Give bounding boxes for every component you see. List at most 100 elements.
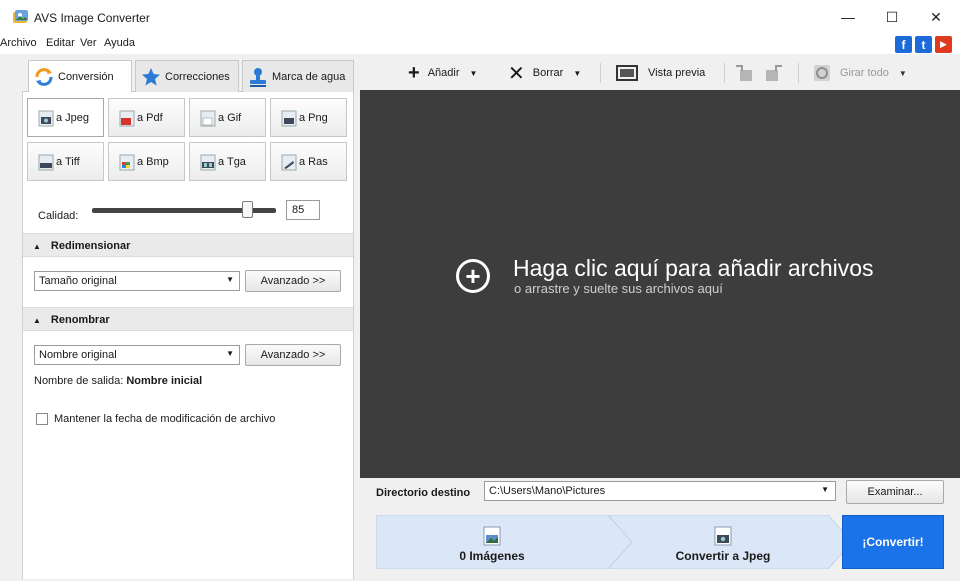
quality-slider-thumb[interactable] [242, 201, 254, 218]
format-tga-button[interactable]: a Tga [189, 142, 266, 181]
output-name: Nombre de salida: Nombre inicial [34, 375, 202, 387]
quality-label: Calidad: [38, 210, 79, 222]
section-title: Renombrar [50, 314, 110, 326]
dropdown-arrow-icon: ▼ [226, 275, 234, 284]
star-icon [142, 67, 160, 85]
menu-ver[interactable]: Ver [80, 37, 97, 49]
dropdown-arrow-icon[interactable]: ▼ [573, 69, 581, 78]
format-label: a Gif [218, 111, 242, 124]
delete-label: Borrar [532, 67, 564, 79]
drop-area-subtitle: o arrastre y suelte sus archivos aquí [514, 281, 723, 296]
output-name-value: Nombre inicial [126, 375, 203, 387]
rotate-all-icon [814, 65, 830, 81]
resize-section-header[interactable]: ▲ Redimensionar [23, 233, 353, 257]
window-title: AVS Image Converter [34, 11, 150, 25]
convert-icon [35, 68, 53, 86]
tab-label: Conversión [58, 71, 114, 83]
tab-correcciones[interactable]: Correcciones [135, 60, 239, 92]
tab-conversion[interactable]: Conversión [28, 60, 132, 93]
format-tiff-button[interactable]: a Tiff [27, 142, 104, 181]
menu-editar[interactable]: Editar [46, 37, 75, 49]
format-jpeg-button[interactable]: a Jpeg [27, 98, 104, 137]
images-count: 0 Imágenes [459, 549, 525, 563]
dropdown-arrow-icon: ▼ [821, 485, 829, 494]
format-gif-button[interactable]: a Gif [189, 98, 266, 137]
dropdown-arrow-icon[interactable]: ▼ [469, 69, 477, 78]
collapse-triangle-icon: ▲ [33, 242, 41, 251]
plus-icon: + [408, 61, 420, 84]
menu-ayuda[interactable]: Ayuda [104, 37, 135, 49]
youtube-icon[interactable]: ▶ [935, 36, 952, 53]
stamp-icon [250, 67, 266, 87]
convert-button[interactable]: ¡Convertir! [842, 515, 944, 569]
jpeg-file-icon [714, 526, 732, 546]
rotate-all-button[interactable]: Girar todo ▼ [812, 56, 907, 90]
format-label: a Ras [299, 155, 328, 168]
convert-target: Convertir a Jpeg [675, 549, 771, 563]
twitter-icon[interactable]: t [915, 36, 932, 53]
close-button[interactable]: ✕ [914, 4, 958, 30]
minimize-button[interactable]: — [826, 4, 870, 30]
format-label: a Png [299, 111, 328, 124]
bottom-panel: Directorio destino C:\Users\Mano\Picture… [360, 478, 960, 581]
maximize-button[interactable]: ☐ [870, 4, 914, 30]
select-value: Nombre original [39, 349, 117, 361]
format-ras-button[interactable]: a Ras [270, 142, 347, 181]
gif-icon [200, 110, 216, 126]
keep-date-label: Mantener la fecha de modificación de arc… [54, 413, 276, 425]
format-label: a Bmp [137, 155, 169, 168]
destination-label: Directorio destino [376, 487, 471, 499]
rotate-right-button[interactable] [762, 56, 784, 90]
step-images[interactable]: 0 Imágenes [376, 515, 608, 569]
format-png-button[interactable]: a Png [270, 98, 347, 137]
menu-archivo[interactable]: Archivo [0, 37, 37, 49]
facebook-icon[interactable]: f [895, 36, 912, 53]
rotate-left-button[interactable] [734, 56, 756, 90]
printer-icon [38, 154, 54, 170]
rename-section-header[interactable]: ▲ Renombrar [23, 307, 353, 331]
app-logo-icon [13, 10, 28, 23]
resize-select[interactable]: Tamaño original ▼ [34, 271, 240, 291]
app-window: AVS Image Converter — ☐ ✕ Archivo Editar… [0, 0, 960, 581]
collapse-triangle-icon: ▲ [33, 316, 41, 325]
settings-tabs: Conversión Correcciones Marca de agua [22, 56, 354, 93]
menu-bar: Archivo Editar Ver Ayuda [0, 34, 960, 54]
camera-icon [38, 110, 54, 126]
title-bar: AVS Image Converter — ☐ ✕ [0, 0, 960, 34]
browse-button[interactable]: Examinar... [846, 480, 944, 504]
destination-path: C:\Users\Mano\Pictures [489, 485, 606, 497]
select-value: Tamaño original [39, 275, 117, 287]
tab-label: Correcciones [165, 70, 230, 83]
add-label: Añadir [427, 67, 460, 79]
rotate-left-icon [736, 65, 752, 81]
format-label: a Tiff [56, 155, 80, 168]
rotate-right-icon [766, 65, 782, 81]
format-bmp-button[interactable]: a Bmp [108, 142, 185, 181]
output-name-label: Nombre de salida: [34, 375, 124, 387]
rotate-all-label: Girar todo [840, 67, 889, 79]
dropdown-arrow-icon[interactable]: ▼ [899, 69, 907, 78]
conversion-panel: a Jpeg a Pdf a Gif a Png a Tiff a Bmp a … [22, 92, 354, 579]
resize-advanced-button[interactable]: Avanzado >> [245, 270, 341, 292]
step-convert-to[interactable]: Convertir a Jpeg [614, 515, 832, 569]
tab-marca-de-agua[interactable]: Marca de agua [242, 60, 354, 92]
drop-area[interactable]: + Haga clic aquí para añadir archivos o … [360, 90, 960, 478]
drop-area-title: Haga clic aquí para añadir archivos [513, 255, 874, 281]
preview-label: Vista previa [648, 67, 706, 79]
brush-icon [281, 154, 297, 170]
section-title: Redimensionar [50, 240, 131, 252]
palette-icon [119, 154, 135, 170]
add-files-icon: + [456, 259, 490, 293]
toolbar: + Añadir ▼ ✕ Borrar ▼ Vista previa Girar… [360, 56, 960, 90]
rename-select[interactable]: Nombre original ▼ [34, 345, 240, 365]
rename-advanced-button[interactable]: Avanzado >> [245, 344, 341, 366]
format-pdf-button[interactable]: a Pdf [108, 98, 185, 137]
image-file-icon [483, 526, 501, 546]
add-button[interactable]: + Añadir ▼ [408, 56, 477, 90]
preview-button[interactable]: Vista previa [616, 56, 705, 90]
format-label: a Tga [218, 155, 246, 168]
keep-date-checkbox[interactable] [36, 413, 48, 425]
destination-path-select[interactable]: C:\Users\Mano\Pictures ▼ [484, 481, 836, 501]
delete-button[interactable]: ✕ Borrar ▼ [508, 56, 581, 90]
quality-input[interactable]: 85 [286, 200, 320, 220]
